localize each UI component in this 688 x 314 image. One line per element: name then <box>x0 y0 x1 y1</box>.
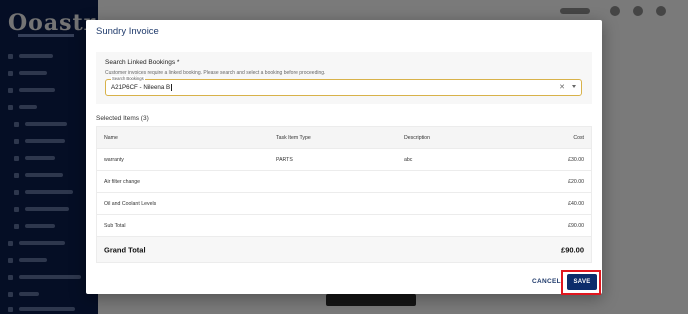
table-header-row: Name Task Item Type Description Cost <box>97 127 591 149</box>
item-name: Oil and Coolant Levels <box>104 200 157 207</box>
table-row[interactable]: Oil and Coolant Levels £40.00 <box>97 193 591 215</box>
item-name: warranty <box>104 156 124 163</box>
grand-total-label: Grand Total <box>104 245 146 254</box>
dialog-title: Sundry Invoice <box>96 26 159 37</box>
table-row[interactable]: warranty PARTS abc £30.00 <box>97 149 591 171</box>
table-row[interactable]: Air filter change £20.00 <box>97 171 591 193</box>
subtotal-label: Sub Total <box>104 222 126 229</box>
subtotal-value: £90.00 <box>568 222 584 229</box>
column-header-task-item-type: Task Item Type <box>276 134 311 141</box>
cancel-button[interactable]: CANCEL <box>532 278 561 285</box>
close-icon[interactable]: ✕ <box>559 83 565 91</box>
item-description: abc <box>404 156 413 163</box>
column-header-name: Name <box>104 134 118 141</box>
column-header-cost: Cost <box>573 134 584 141</box>
item-cost: £20.00 <box>568 178 584 185</box>
search-bookings-label: Search Bookings <box>111 76 145 81</box>
item-cost: £40.00 <box>568 200 584 207</box>
save-button[interactable]: SAVE <box>567 274 597 290</box>
grand-total-row: Grand Total £90.00 <box>97 237 591 262</box>
grand-total-value: £90.00 <box>561 245 584 254</box>
search-bookings-input[interactable]: Search Bookings A21P6CF - Nileena B ✕ <box>105 76 582 96</box>
linked-bookings-heading: Search Linked Bookings * <box>105 59 180 66</box>
item-name: Air filter change <box>104 178 141 185</box>
search-bookings-value[interactable]: A21P6CF - Nileena B <box>111 84 172 91</box>
linked-bookings-panel: Search Linked Bookings * Customer invoic… <box>96 52 592 104</box>
item-cost: £30.00 <box>568 156 584 163</box>
item-type: PARTS <box>276 156 293 163</box>
selected-items-title: Selected Items (3) <box>96 115 149 122</box>
selected-items-table: Name Task Item Type Description Cost war… <box>96 126 592 263</box>
sundry-invoice-dialog: Sundry Invoice Search Linked Bookings * … <box>86 20 602 294</box>
chevron-down-icon[interactable] <box>572 85 576 88</box>
subtotal-row: Sub Total £90.00 <box>97 215 591 237</box>
column-header-description: Description <box>404 134 430 141</box>
